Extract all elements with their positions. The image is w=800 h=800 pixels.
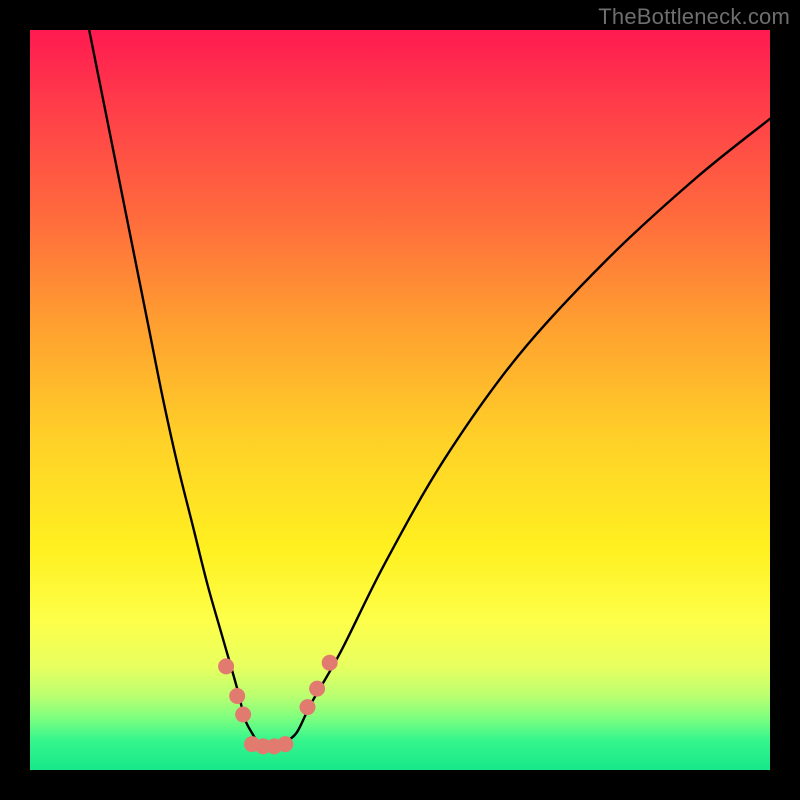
marker-dot xyxy=(277,736,293,752)
watermark-text: TheBottleneck.com xyxy=(598,4,790,30)
frame: TheBottleneck.com xyxy=(0,0,800,800)
chart-svg xyxy=(30,30,770,770)
marker-dot xyxy=(229,688,245,704)
marker-dot xyxy=(309,681,325,697)
marker-dot xyxy=(300,699,316,715)
marker-dot xyxy=(235,707,251,723)
plot-area xyxy=(30,30,770,770)
marker-dot xyxy=(322,655,338,671)
marker-dot xyxy=(218,658,234,674)
bottleneck-curve xyxy=(89,30,770,748)
